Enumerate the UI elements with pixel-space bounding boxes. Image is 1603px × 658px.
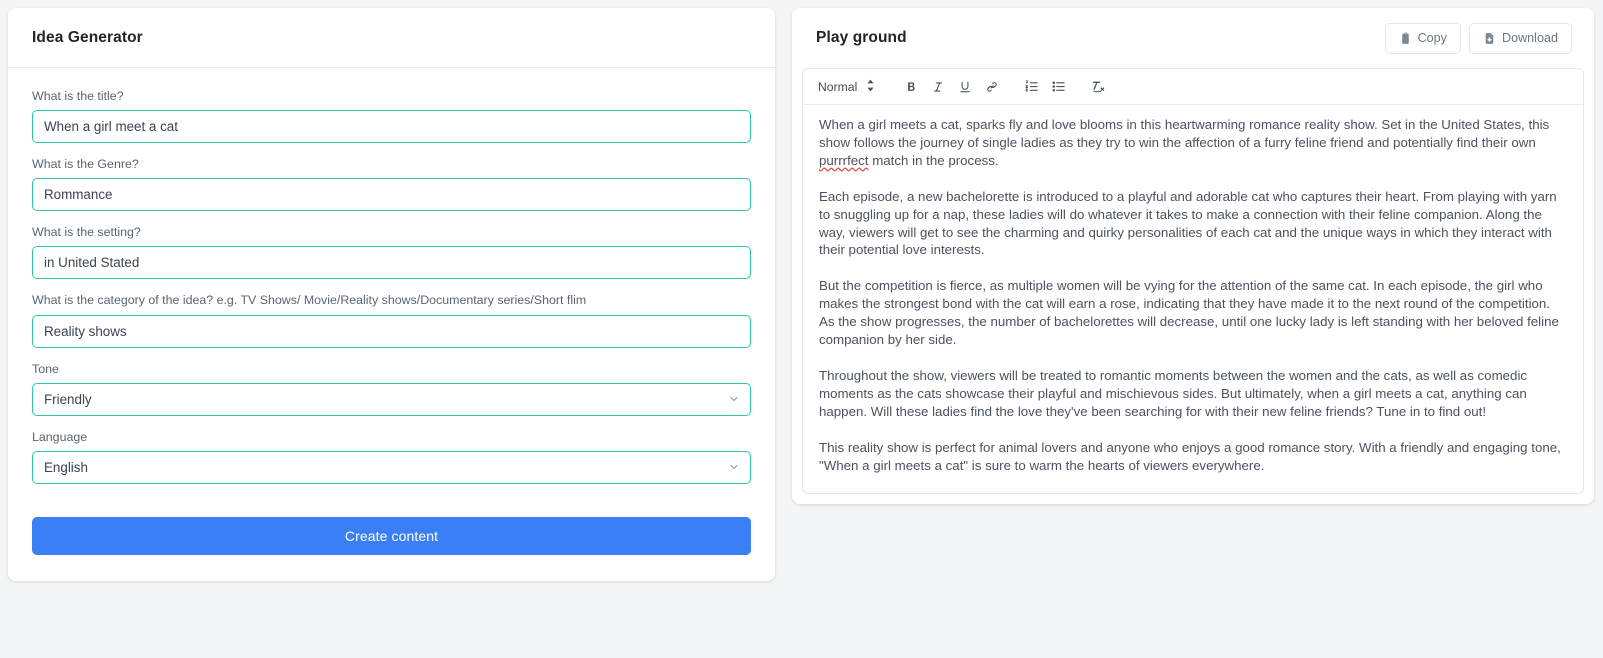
misspelled-word: purrrfect	[819, 152, 869, 168]
rich-text-editor: Normal When a girl meets a cat, sparks f…	[802, 68, 1584, 494]
download-button-label: Download	[1501, 31, 1558, 45]
field-setting: What is the setting?	[32, 224, 751, 280]
clipboard-icon	[1399, 32, 1412, 45]
field-label-language: Language	[32, 429, 88, 444]
paragraph-1-text-b: match in the process.	[868, 152, 999, 168]
clear-formatting-button[interactable]	[1085, 74, 1112, 100]
copy-button[interactable]: Copy	[1384, 22, 1461, 54]
copy-button-label: Copy	[1417, 31, 1447, 45]
playground-actions: Copy Download	[1384, 22, 1572, 54]
up-down-arrows-icon	[866, 79, 875, 95]
app-root: Idea Generator What is the title? What i…	[0, 0, 1603, 658]
tone-select-wrap: Friendly	[32, 382, 751, 416]
title-input[interactable]	[32, 110, 751, 144]
create-content-button[interactable]: Create content	[32, 516, 751, 555]
bold-button[interactable]	[897, 74, 924, 100]
download-button[interactable]: Download	[1468, 22, 1572, 54]
tone-select[interactable]: Friendly	[32, 382, 751, 416]
field-label-tone: Tone	[32, 361, 59, 376]
italic-button[interactable]	[924, 74, 951, 100]
bullet-list-button[interactable]	[1045, 74, 1072, 100]
content-paragraph-4: Throughout the show, viewers will be tre…	[819, 367, 1528, 419]
content-paragraph-1: When a girl meets a cat, sparks fly and …	[819, 116, 1567, 170]
format-picker[interactable]: Normal	[809, 74, 884, 100]
field-tone: Tone Friendly	[32, 361, 751, 416]
content-paragraph-3: But the competition is fierce, as multip…	[819, 278, 1559, 348]
link-button[interactable]	[978, 74, 1005, 100]
content-paragraph-2: Each episode, a new bachelorette is intr…	[819, 188, 1557, 258]
editor-toolbar: Normal	[803, 69, 1583, 105]
format-picker-value: Normal	[818, 79, 858, 94]
content-paragraph-5: This reality show is perfect for animal …	[819, 439, 1561, 473]
field-language: Language English	[32, 429, 751, 484]
playground-title: Play ground	[816, 29, 907, 46]
language-select[interactable]: English	[32, 450, 751, 484]
editor-content[interactable]: When a girl meets a cat, sparks fly and …	[803, 105, 1583, 493]
playground-column: Play ground Copy Download Normal When a …	[792, 8, 1594, 504]
field-label-genre: What is the Genre?	[32, 157, 139, 172]
idea-generator-header: Idea Generator	[8, 8, 775, 68]
page-title: Idea Generator	[32, 28, 143, 46]
field-label-setting: What is the setting?	[32, 225, 141, 240]
field-label-category: What is the category of the idea? e.g. T…	[32, 293, 587, 308]
field-title: What is the title?	[32, 88, 751, 144]
file-download-icon	[1483, 32, 1496, 45]
playground-panel: Play ground Copy Download Normal When a …	[792, 8, 1594, 504]
idea-generator-form: What is the title? What is the Genre? Wh…	[8, 68, 775, 581]
paragraph-1-text-a: When a girl meets a cat, sparks fly and …	[819, 117, 1550, 150]
underline-button[interactable]	[951, 74, 978, 100]
ordered-list-button[interactable]	[1018, 74, 1045, 100]
language-select-wrap: English	[32, 450, 751, 484]
field-category: What is the category of the idea? e.g. T…	[32, 292, 751, 348]
playground-header: Play ground Copy Download	[792, 8, 1594, 68]
toolbar-list-group	[1018, 74, 1072, 100]
field-label-title: What is the title?	[32, 89, 124, 103]
idea-generator-panel: Idea Generator What is the title? What i…	[8, 8, 775, 581]
setting-input[interactable]	[32, 246, 751, 280]
field-genre: What is the Genre?	[32, 156, 751, 212]
genre-input[interactable]	[32, 178, 751, 212]
toolbar-inline-group	[897, 74, 1005, 100]
category-input[interactable]	[32, 314, 751, 348]
